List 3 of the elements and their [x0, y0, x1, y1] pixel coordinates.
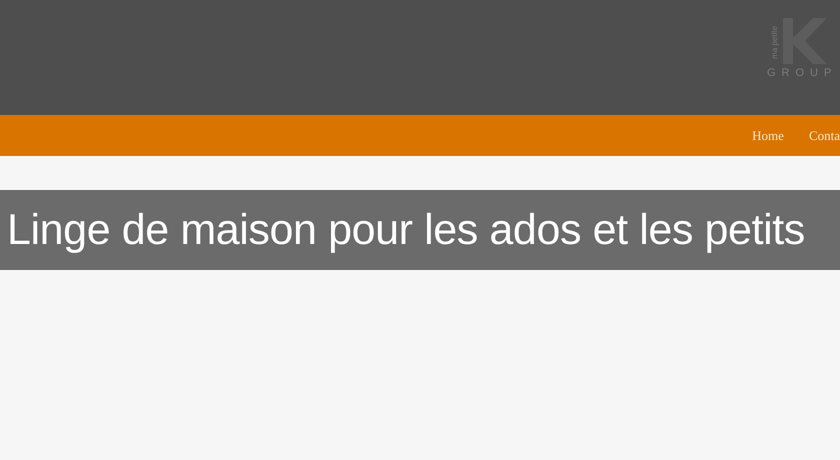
nav-link[interactable]: Home	[752, 128, 784, 144]
page-title: Linge de maison pour les ados et les petits	[7, 206, 805, 254]
nav-link[interactable]: Conta	[808, 128, 840, 144]
